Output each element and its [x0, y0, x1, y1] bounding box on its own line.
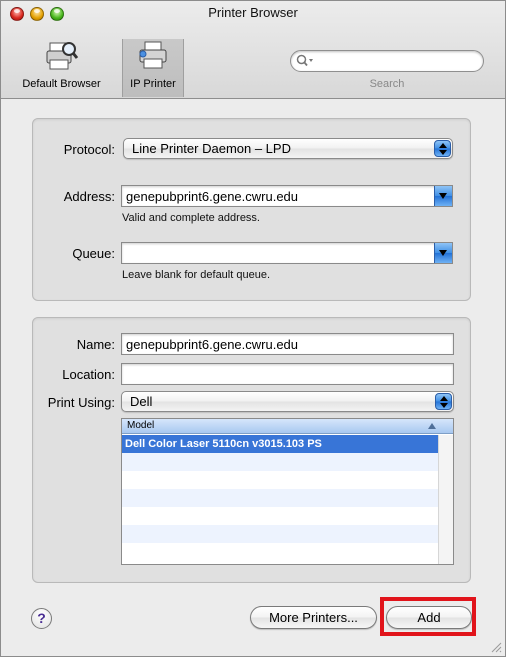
- name-input[interactable]: [126, 336, 446, 353]
- table-row: [122, 525, 438, 543]
- printer-search-icon: [46, 42, 78, 70]
- add-button-highlight: [380, 597, 476, 636]
- table-row: [122, 453, 438, 471]
- window-title: Printer Browser: [208, 5, 298, 20]
- table-row: [122, 471, 438, 489]
- model-list: Dell Color Laser 5110cn v3015.103 PS: [122, 435, 438, 561]
- model-scrollbar[interactable]: [438, 435, 453, 564]
- popup-arrows-icon: [434, 140, 451, 157]
- protocol-popup[interactable]: Line Printer Daemon – LPD: [123, 138, 453, 159]
- queue-combo[interactable]: [121, 242, 453, 264]
- address-hint: Valid and complete address.: [122, 212, 260, 224]
- table-row: [122, 507, 438, 525]
- location-label: Location:: [62, 367, 115, 382]
- search-field[interactable]: [290, 50, 484, 72]
- search-input[interactable]: [317, 53, 477, 69]
- default-browser-label: Default Browser: [22, 78, 101, 90]
- model-column-header[interactable]: Model: [122, 419, 453, 434]
- address-input[interactable]: [126, 188, 426, 205]
- address-label: Address:: [63, 189, 115, 204]
- name-label: Name:: [76, 337, 115, 352]
- search-icon: [296, 54, 313, 67]
- chevron-down-icon[interactable]: [434, 186, 452, 206]
- queue-label: Queue:: [72, 246, 115, 261]
- ip-printer-tab[interactable]: IP Printer: [122, 39, 184, 97]
- name-field[interactable]: [121, 333, 454, 355]
- chevron-down-icon[interactable]: [434, 243, 452, 263]
- address-combo[interactable]: [121, 185, 453, 207]
- protocol-value: Line Printer Daemon – LPD: [132, 141, 291, 156]
- table-row: [122, 543, 438, 561]
- ip-printer-label: IP Printer: [130, 78, 176, 90]
- more-printers-button[interactable]: More Printers...: [250, 606, 377, 629]
- popup-arrows-icon: [435, 393, 452, 410]
- search-label: Search: [369, 78, 405, 90]
- location-input[interactable]: [126, 366, 446, 383]
- print-using-popup[interactable]: Dell: [121, 391, 454, 412]
- queue-hint: Leave blank for default queue.: [122, 269, 271, 281]
- printer-browser-window: Printer Browser Default Browser IP Print…: [0, 0, 506, 657]
- sort-ascending-icon: [428, 423, 436, 429]
- print-using-value: Dell: [130, 394, 153, 409]
- toolbar: Printer Browser Default Browser IP Print…: [1, 1, 505, 99]
- model-header-label: Model: [127, 420, 155, 431]
- location-field[interactable]: [121, 363, 454, 385]
- print-using-label: Print Using:: [47, 395, 115, 410]
- search-area: Search: [290, 50, 484, 90]
- table-row: [122, 489, 438, 507]
- resize-grip-icon[interactable]: [490, 641, 502, 653]
- table-row[interactable]: Dell Color Laser 5110cn v3015.103 PS: [122, 435, 438, 453]
- model-table[interactable]: Model Dell Color Laser 5110cn v3015.103 …: [121, 418, 454, 565]
- queue-input[interactable]: [126, 245, 426, 262]
- default-browser-tab[interactable]: Default Browser: [14, 39, 109, 97]
- help-button[interactable]: ?: [31, 608, 52, 629]
- protocol-label: Protocol:: [63, 142, 115, 157]
- ip-printer-icon: [139, 41, 167, 69]
